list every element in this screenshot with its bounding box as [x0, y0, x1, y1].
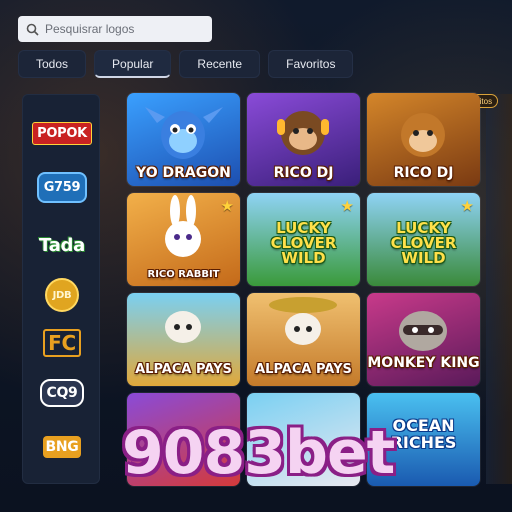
game-tile[interactable]: ALPACA PAYS	[247, 293, 360, 386]
provider-g759[interactable]: G759	[23, 167, 101, 207]
game-title: RICO RABBIT	[147, 269, 220, 280]
game-title: ALPACA PAYS	[255, 362, 352, 377]
provider-label: CQ9	[40, 379, 84, 407]
raccoon-icon	[399, 311, 447, 351]
game-tile[interactable]: ★ RICO RABBIT	[127, 193, 240, 286]
provider-label: FC	[43, 329, 81, 357]
provider-label: BNG	[42, 436, 82, 458]
game-tile[interactable]: ★ LUCKY CLOVER WILD	[367, 193, 480, 286]
game-tile[interactable]: ALPACA PAYS	[127, 293, 240, 386]
provider-popok[interactable]: POPOK	[23, 113, 101, 153]
game-tile[interactable]: RICO DJ	[247, 93, 360, 186]
search-input[interactable]	[45, 22, 205, 36]
provider-fc[interactable]: FC	[23, 323, 101, 363]
provider-label: G759	[36, 171, 88, 203]
tab-recente[interactable]: Recente	[179, 50, 261, 78]
game-title: LUCKY CLOVER WILD	[390, 219, 457, 267]
provider-label: JDB	[45, 278, 79, 312]
tab-favoritos[interactable]: Favoritos	[268, 50, 354, 78]
game-tile[interactable]: YO DRAGON	[127, 93, 240, 186]
provider-bng[interactable]: BNG	[23, 427, 101, 467]
filter-tabs: Todos Popular Recente Favoritos	[18, 50, 354, 78]
game-title: ALPACA PAYS	[135, 362, 232, 377]
game-title: YO DRAGON	[136, 165, 231, 181]
star-icon[interactable]: ★	[461, 197, 474, 215]
game-title: RICO DJ	[273, 165, 334, 181]
provider-label: Tada	[39, 234, 85, 256]
game-title: RICO DJ	[393, 165, 454, 181]
star-icon[interactable]: ★	[341, 197, 354, 215]
watermark-text: 9083bet	[122, 418, 395, 488]
provider-label: POPOK	[32, 121, 92, 145]
search-bar[interactable]	[18, 16, 212, 42]
next-column-peek	[486, 94, 512, 484]
provider-sidebar: POPOK G759 Tada JDB FC CQ9 BNG	[22, 94, 100, 484]
tab-popular[interactable]: Popular	[94, 50, 172, 78]
star-icon[interactable]: ★	[221, 197, 234, 215]
provider-tada[interactable]: Tada	[23, 225, 101, 265]
game-title: LUCKY CLOVER WILD	[270, 219, 337, 267]
provider-jdb[interactable]: JDB	[23, 275, 101, 315]
game-tile[interactable]: MONKEY KING	[367, 293, 480, 386]
game-title: MONKEY KING	[367, 355, 480, 371]
search-icon	[26, 23, 39, 36]
game-tile[interactable]: RICO DJ	[367, 93, 480, 186]
tab-todos[interactable]: Todos	[18, 50, 87, 78]
game-tile[interactable]: ★ LUCKY CLOVER WILD	[247, 193, 360, 286]
provider-cq9[interactable]: CQ9	[23, 373, 101, 413]
